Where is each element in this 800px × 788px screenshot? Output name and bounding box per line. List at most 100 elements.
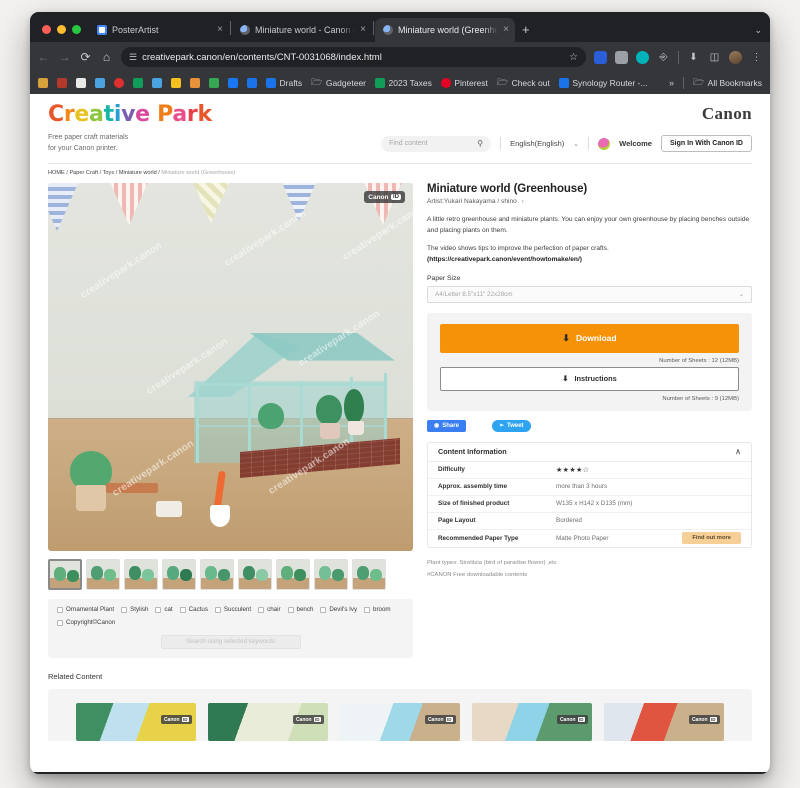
bookmark-item[interactable] [133,78,143,88]
checkbox-icon[interactable] [57,619,63,626]
chevron-up-icon[interactable]: ∧ [735,447,741,456]
related-item-3[interactable]: Canon ID [340,703,460,741]
gallery-thumbnail-1[interactable] [48,559,82,590]
bookmark-item[interactable]: Pinterest [440,78,488,88]
tab-close-button[interactable]: × [217,25,223,35]
bookmark-item[interactable] [247,78,257,88]
keyword-checkbox[interactable]: cat [155,606,173,613]
shield-extension-icon[interactable] [594,50,607,64]
keyword-checkbox[interactable]: bench [287,606,313,613]
checkbox-icon[interactable] [179,606,186,613]
breadcrumb-item[interactable]: HOME [48,170,65,176]
tab-close-button[interactable]: × [503,25,509,35]
reload-icon[interactable]: ⟳ [79,50,92,64]
window-controls[interactable] [38,25,89,42]
site-settings-icon[interactable]: ☰ [129,52,137,63]
screenshot-extension-icon[interactable] [615,50,628,64]
breadcrumb-item[interactable]: Miniature world [119,170,157,176]
search-icon[interactable]: ⚲ [477,139,483,148]
bookmark-item[interactable] [152,78,162,88]
breadcrumb-item[interactable]: Toys [103,170,115,176]
breadcrumb-item[interactable]: Paper Craft [69,170,98,176]
tab-search-button[interactable]: ⌄ [754,25,762,36]
hero-image[interactable]: creativepark.canon creativepark.canon cr… [48,183,413,551]
related-item-4[interactable]: Canon ID [472,703,592,741]
paper-size-select[interactable]: A4/Letter 8.5"x11" 22x28cm ⌄ [427,285,752,303]
bookmark-item[interactable] [171,78,181,88]
gallery-thumbnail-9[interactable] [352,559,386,590]
twitter-tweet-button[interactable]: ➣ Tweet [491,419,531,432]
related-item-5[interactable]: Canon ID [604,703,724,741]
sign-in-button[interactable]: Sign In With Canon ID [660,135,752,152]
color-extension-icon[interactable] [636,50,649,64]
gallery-thumbnail-2[interactable] [86,559,120,590]
gallery-thumbnail-7[interactable] [276,559,310,590]
bookmark-item[interactable] [57,78,67,88]
forward-icon[interactable]: → [58,50,71,64]
side-panel-icon[interactable]: ◫ [708,52,721,63]
home-icon[interactable]: ⌂ [100,50,113,64]
download-button[interactable]: ⬇ Download [440,323,739,353]
bookmark-item[interactable]: 🗁 Gadgeteer [311,75,366,91]
gallery-thumbnail-4[interactable] [162,559,196,590]
site-search-input[interactable]: Find content ⚲ [381,135,492,152]
bookmarks-overflow-button[interactable]: » [669,78,674,88]
minimize-window-button[interactable] [57,25,66,34]
checkbox-icon[interactable] [214,606,221,613]
checkbox-icon[interactable] [258,606,265,613]
checkbox-icon[interactable] [121,606,128,613]
find-out-more-button[interactable]: Find out more [682,532,741,545]
bookmark-item[interactable] [209,78,219,88]
browser-tab-3[interactable]: Miniature world (Greenhouse × [375,18,515,42]
bookmark-item[interactable]: 🗁 Check out [497,75,550,91]
creative-park-logo[interactable]: Creative Park [48,104,212,126]
back-icon[interactable]: ← [37,50,50,64]
gallery-thumbnail-6[interactable] [238,559,272,590]
keyword-checkbox[interactable]: chair [258,606,281,613]
chevron-down-icon[interactable]: ⌄ [573,140,579,148]
checkbox-icon[interactable] [320,606,327,613]
facebook-share-button[interactable]: ◉ Share [427,419,466,432]
keyword-checkbox[interactable]: broom [364,606,391,613]
bookmark-item[interactable]: 2023 Taxes [375,78,432,88]
user-avatar-icon[interactable] [598,137,611,150]
checkbox-icon[interactable] [364,606,371,613]
instructions-button[interactable]: ⬇ Instructions [440,366,739,391]
bookmark-item[interactable] [95,78,105,88]
gallery-thumbnail-3[interactable] [124,559,158,590]
bookmark-item[interactable] [190,78,200,88]
puzzle-extension-icon[interactable]: ⎆ [657,52,670,63]
keyword-checkbox[interactable]: Cactus [179,606,208,613]
artist-line[interactable]: Artist:Yukari Nakayama / shino › [427,198,752,205]
keyword-checkbox[interactable]: Stylish [121,606,148,613]
language-selector-label[interactable]: English(English) [510,139,564,148]
content-information-header[interactable]: Content Information ∧ [428,443,751,462]
profile-avatar-icon[interactable] [729,50,742,64]
browser-tab-2[interactable]: Miniature world - Canon Cre × [232,18,372,42]
close-window-button[interactable] [42,25,51,34]
tab-close-button[interactable]: × [360,25,366,35]
new-tab-button[interactable]: + [515,22,537,42]
chevron-right-icon[interactable]: › [522,198,524,205]
downloads-icon[interactable]: ⬇ [687,52,700,63]
keyword-checkbox[interactable]: Succulent [214,606,251,613]
bookmark-item[interactable] [38,78,48,88]
keyword-checkbox[interactable]: Ornamental Plant [57,606,114,613]
checkbox-icon[interactable] [57,606,63,613]
bookmark-item[interactable] [228,78,238,88]
address-bar[interactable]: ☰ creativepark.canon/en/contents/CNT-003… [121,47,586,67]
keyword-checkbox[interactable]: Devil's Ivy [320,606,357,613]
bookmark-item[interactable] [76,78,86,88]
bookmark-item[interactable]: Synology Router -... [558,78,647,88]
bookmark-item[interactable] [114,78,124,88]
related-item-1[interactable]: Canon ID [76,703,196,741]
bookmark-star-icon[interactable]: ☆ [569,52,578,63]
maximize-window-button[interactable] [72,25,81,34]
bookmark-item[interactable]: Drafts [266,78,302,88]
gallery-thumbnail-8[interactable] [314,559,348,590]
keyword-checkbox[interactable]: Copyright©Canon [57,619,115,626]
browser-tab-1[interactable]: PosterArtist × [89,18,229,42]
keyword-search-button[interactable]: Search using selected keywords [160,635,301,649]
checkbox-icon[interactable] [287,606,294,613]
checkbox-icon[interactable] [155,606,162,613]
